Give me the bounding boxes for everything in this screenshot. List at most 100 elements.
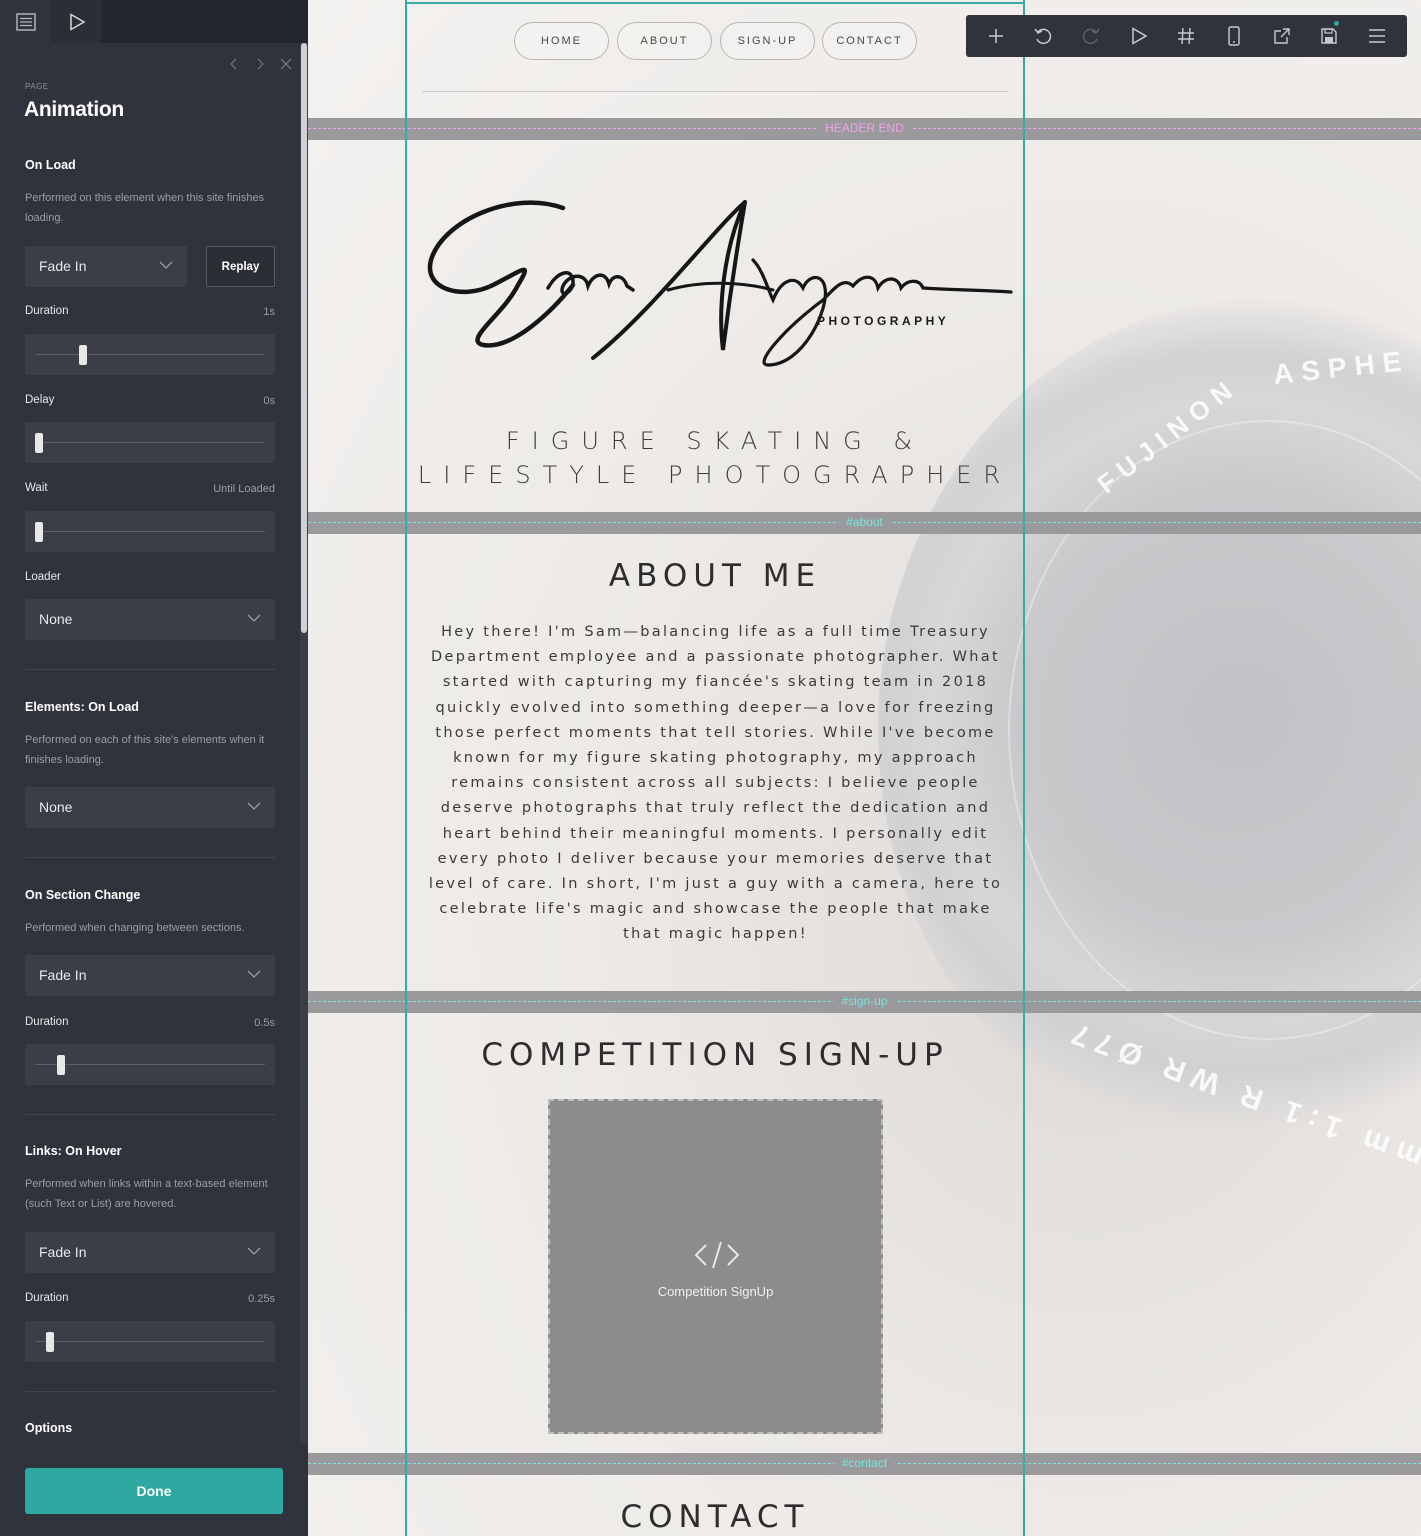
divider <box>25 1391 275 1392</box>
on-load-description: Performed on this element when this site… <box>25 192 265 224</box>
signature-logo[interactable] <box>423 190 1013 375</box>
about-body-text: Hey there! I'm Sam—balancing life as a f… <box>428 624 1003 943</box>
chevron-down-icon <box>247 970 261 978</box>
done-button[interactable]: Done <box>25 1468 283 1514</box>
plus-icon <box>988 29 1003 43</box>
divider <box>25 857 275 858</box>
links-hover-duration-slider[interactable] <box>25 1321 275 1362</box>
links-hover-value: Fade In <box>39 1244 87 1260</box>
elements-on-load-select[interactable]: None <box>25 787 275 828</box>
section-change-description: Performed when changing between sections… <box>25 922 245 934</box>
section-change-select[interactable]: Fade In <box>25 955 275 996</box>
header-end-marker: HEADER END <box>308 118 1421 140</box>
play-icon <box>69 12 86 31</box>
signup-section-marker: #sign-up <box>308 991 1421 1013</box>
mobile-view-button[interactable] <box>1214 16 1254 56</box>
wait-slider[interactable] <box>25 511 275 552</box>
options-title: Options <box>25 1421 73 1435</box>
elements-on-load-title: Elements: On Load <box>25 700 139 714</box>
slider-handle[interactable] <box>79 345 88 365</box>
selection-guide-top <box>405 2 1025 4</box>
links-hover-description: Performed when links within a text-based… <box>25 1178 268 1210</box>
signup-anchor-label: #sign-up <box>833 994 896 1008</box>
on-load-title: On Load <box>25 158 76 172</box>
delay-slider[interactable] <box>25 422 275 463</box>
slider-handle[interactable] <box>35 433 43 453</box>
chevron-down-icon <box>159 261 173 269</box>
delay-value: 0s <box>263 395 275 407</box>
header-end-label: HEADER END <box>817 121 912 135</box>
site-canvas: FUJINON ASPHE 50mm 1:1 R WR Ø77 HOME ABO… <box>308 0 1421 1536</box>
elements-on-load-value: None <box>39 799 73 815</box>
preview-button[interactable] <box>51 0 102 43</box>
panel-nav <box>226 56 294 72</box>
play-icon <box>1132 27 1148 45</box>
about-anchor-label: #about <box>838 515 891 529</box>
editor-toolbar <box>966 15 1407 57</box>
section-change-title: On Section Change <box>25 888 141 902</box>
panel-scrollbar[interactable] <box>300 43 308 1443</box>
slider-track <box>35 354 265 355</box>
tagline-line-2: LIFESTYLE PHOTOGRAPHER <box>417 461 1013 489</box>
contact-heading: CONTACT <box>620 1499 810 1535</box>
chevron-right-icon[interactable] <box>252 56 268 72</box>
links-hover-select[interactable]: Fade In <box>25 1232 275 1273</box>
save-button[interactable] <box>1309 16 1349 56</box>
slider-track <box>35 1341 265 1342</box>
loader-label: Loader <box>25 571 61 583</box>
delay-label: Delay <box>25 394 55 406</box>
replay-button[interactable]: Replay <box>206 246 275 287</box>
pages-list-button[interactable] <box>0 0 51 43</box>
redo-icon <box>1082 28 1100 45</box>
nav-about[interactable]: ABOUT <box>617 22 712 60</box>
publish-button[interactable] <box>1262 16 1302 56</box>
redo-button[interactable] <box>1071 16 1111 56</box>
mobile-icon <box>1228 26 1240 46</box>
links-hover-duration-label: Duration <box>25 1292 69 1304</box>
logo-subtitle: PHOTOGRAPHY <box>817 314 950 328</box>
nav-signup[interactable]: SIGN-UP <box>720 22 815 60</box>
chevron-left-icon[interactable] <box>226 56 242 72</box>
menu-button[interactable] <box>1357 16 1397 56</box>
on-load-duration-slider[interactable] <box>25 334 275 375</box>
breadcrumb: PAGE <box>25 82 49 91</box>
add-button[interactable] <box>976 16 1016 56</box>
links-hover-title: Links: On Hover <box>25 1144 122 1158</box>
section-change-value: Fade In <box>39 967 87 983</box>
contact-section-marker: #contact <box>308 1453 1421 1475</box>
hamburger-icon <box>1369 29 1386 43</box>
section-change-duration-label: Duration <box>25 1016 69 1028</box>
competition-signup-embed[interactable]: Competition SignUp <box>548 1099 883 1434</box>
wait-label: Wait <box>25 482 48 494</box>
save-icon <box>1321 28 1338 44</box>
list-icon <box>15 12 36 31</box>
slider-track <box>35 442 265 443</box>
undo-button[interactable] <box>1023 16 1063 56</box>
on-load-effect-select[interactable]: Fade In <box>25 246 187 287</box>
nav-contact[interactable]: CONTACT <box>822 22 917 60</box>
loader-value: None <box>39 611 73 627</box>
selection-guide-left <box>405 0 407 1536</box>
links-hover-duration-value: 0.25s <box>248 1293 275 1305</box>
loader-select[interactable]: None <box>25 599 275 640</box>
about-section-marker: #about <box>308 512 1421 534</box>
preview-tool-button[interactable] <box>1119 16 1159 56</box>
about-heading: ABOUT ME <box>608 558 822 594</box>
code-icon <box>694 1241 740 1269</box>
contact-anchor-label: #contact <box>833 1456 896 1470</box>
nav-home[interactable]: HOME <box>514 22 609 60</box>
on-load-effect-value: Fade In <box>39 258 87 274</box>
embed-label: Competition SignUp <box>657 1284 774 1299</box>
anchor-button[interactable] <box>1166 16 1206 56</box>
chevron-down-icon <box>247 614 261 622</box>
chevron-down-icon <box>247 802 261 810</box>
section-change-duration-value: 0.5s <box>254 1017 275 1029</box>
close-icon[interactable] <box>278 56 294 72</box>
scrollbar-thumb[interactable] <box>301 43 307 633</box>
slider-handle[interactable] <box>35 522 43 542</box>
slider-handle[interactable] <box>46 1332 55 1352</box>
slider-track <box>35 1064 265 1065</box>
header-divider <box>422 91 1009 92</box>
section-change-duration-slider[interactable] <box>25 1044 275 1085</box>
slider-handle[interactable] <box>57 1055 66 1075</box>
